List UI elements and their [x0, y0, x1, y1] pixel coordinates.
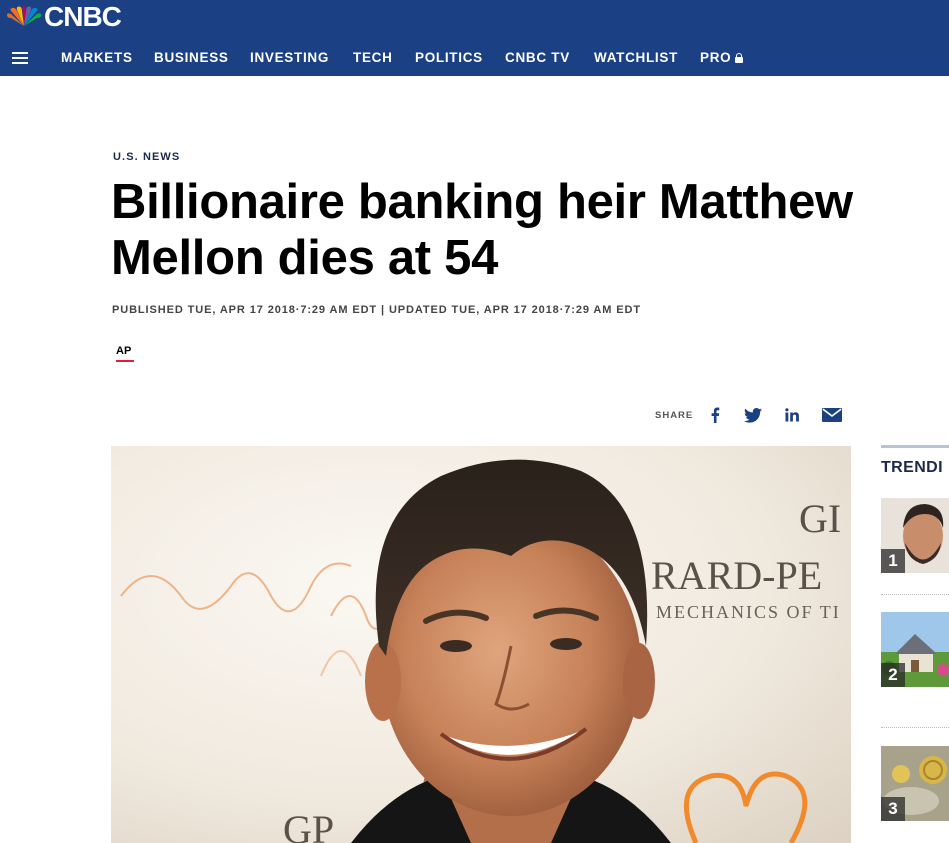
trending-rank-3: 3 [881, 797, 905, 821]
backdrop-text-rard: RARD-PE [651, 553, 822, 598]
trending-top-rule [881, 445, 949, 448]
trending-item-3-thumbnail[interactable]: 3 [881, 746, 949, 821]
main-nav: MARKETS BUSINESS INVESTING TECH POLITICS… [0, 40, 949, 76]
section-label[interactable]: U.S. NEWS [113, 151, 180, 163]
trending-rank-1: 1 [881, 549, 905, 573]
hero-photo: GI RARD-PE MECHANICS OF TI GP [111, 446, 851, 843]
trending-rank-2: 2 [881, 663, 905, 687]
trending-title: TRENDI [881, 459, 943, 476]
linkedin-icon[interactable] [784, 405, 800, 425]
nav-item-politics[interactable]: POLITICS [415, 50, 483, 65]
backdrop-text-mechanics: MECHANICS OF TI [656, 602, 841, 622]
nav-item-tech[interactable]: TECH [353, 50, 393, 65]
source-label: AP [116, 345, 132, 357]
backdrop-text-gi: GI [799, 496, 841, 541]
article-dateline: PUBLISHED TUE, APR 17 2018·7:29 AM EDT |… [112, 304, 641, 316]
lock-icon [735, 53, 744, 63]
cnbc-logo[interactable]: CNBC [6, 1, 122, 32]
nav-item-investing[interactable]: INVESTING [250, 50, 329, 65]
nbc-peacock-icon [7, 6, 41, 27]
facebook-icon[interactable] [708, 405, 722, 425]
hero-image[interactable]: GI RARD-PE MECHANICS OF TI GP [111, 446, 851, 843]
trending-separator [881, 727, 949, 728]
site-header: CNBC MARKETS BUSINESS INVESTING TECH POL… [0, 0, 949, 76]
twitter-icon[interactable] [743, 405, 763, 425]
logo-wordmark: CNBC [44, 1, 122, 32]
nav-item-business[interactable]: BUSINESS [154, 50, 229, 65]
share-label: SHARE [655, 409, 694, 421]
trending-item-1-thumbnail[interactable]: 1 [881, 498, 949, 573]
article-headline: Billionaire banking heir Matthew Mellon … [111, 175, 853, 285]
nav-item-pro-label: PRO [700, 50, 732, 65]
backdrop-text-gp: GP [283, 807, 334, 843]
nav-item-watchlist[interactable]: WATCHLIST [594, 50, 678, 65]
source-underline [116, 360, 134, 362]
hamburger-menu-icon[interactable] [12, 52, 28, 64]
nav-item-markets[interactable]: MARKETS [61, 50, 133, 65]
share-bar: SHARE [655, 405, 845, 425]
nav-item-pro[interactable]: PRO [700, 50, 744, 65]
nav-item-cnbc-tv[interactable]: CNBC TV [505, 50, 570, 65]
email-icon[interactable] [821, 405, 843, 425]
trending-separator [881, 594, 949, 595]
trending-item-2-thumbnail[interactable]: 2 [881, 612, 949, 687]
